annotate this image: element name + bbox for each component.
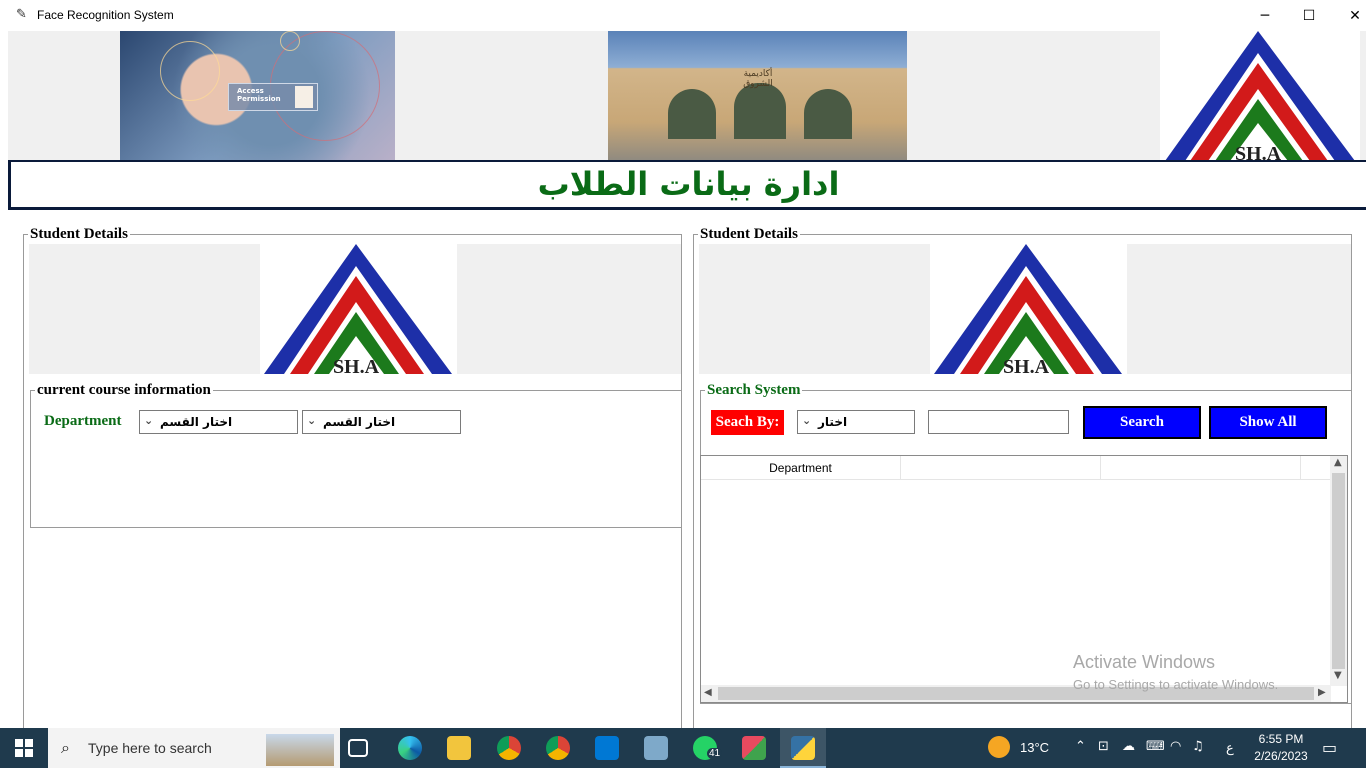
page-title: ادارة بيانات الطلاب (537, 165, 840, 203)
python-icon (791, 736, 815, 760)
feather-icon: ✎ (16, 7, 27, 22)
edge-icon[interactable] (398, 736, 422, 760)
left-image-placeholder-1 (29, 244, 260, 374)
scroll-right-icon[interactable]: ▶ (1318, 687, 1326, 698)
activate-windows-watermark: Activate Windows Go to Settings to activ… (1073, 652, 1278, 692)
activate-line2: Go to Settings to activate Windows. (1073, 677, 1279, 692)
whatsapp-icon[interactable]: 41 (693, 736, 723, 760)
system-tray: ⌃ ⊡ ☁ ⌨ ◠ ♫ (1072, 728, 1222, 768)
search-by-combo-value: اختار (818, 415, 848, 429)
search-by-label: Seach By: (711, 410, 784, 435)
right-image-placeholder-2 (1127, 244, 1351, 374)
campus-sign: أكاديمية الشروق (743, 69, 773, 89)
department-combo-1-value: اختار القسم (160, 415, 233, 429)
table-vertical-scrollbar[interactable]: ▲ ▼ (1330, 456, 1347, 686)
department-combo-2-value: اختار القسم (323, 415, 396, 429)
chevron-down-icon: ⌄ (144, 414, 154, 427)
window-titlebar: ✎ Face Recognition System ─ ☐ ✕ (0, 0, 1366, 31)
left-frame-legend: Student Details (30, 226, 128, 242)
cloud-icon[interactable]: ☁ (1122, 739, 1135, 754)
left-logo: SH.A (260, 244, 457, 378)
search-button[interactable]: Search (1083, 406, 1201, 439)
left-logo-text: SH.A (333, 356, 380, 374)
taskbar-search-box[interactable]: ⌕ Type here to search (48, 728, 340, 768)
column-header-2[interactable] (901, 456, 1101, 480)
course-info-frame: current course information (30, 382, 682, 528)
activate-line1: Activate Windows (1073, 652, 1216, 672)
chevron-down-icon: ⌄ (307, 414, 317, 427)
vscode-icon[interactable] (595, 736, 619, 760)
face-recognition-image: Access Permission (120, 31, 395, 161)
logo-text: SH.A (1235, 143, 1282, 161)
access-card: Access Permission (228, 83, 318, 111)
page-heading-bar: ادارة بيانات الطلاب (8, 160, 1366, 210)
weather-widget[interactable]: 13°C (988, 728, 1058, 768)
table-header: Department (701, 456, 1331, 480)
minimize-button[interactable]: ─ (1242, 0, 1288, 31)
department-combo-1[interactable]: اختار القسم ⌄ (139, 410, 298, 434)
sha-logo: SH.A (1160, 31, 1360, 161)
search-by-combo[interactable]: اختار ⌄ (797, 410, 915, 434)
chevron-down-icon: ⌄ (802, 414, 812, 427)
file-explorer-icon[interactable] (447, 736, 471, 760)
taskbar: ⌕ Type here to search 41 13°C ⌃ ⊡ ☁ ⌨ ◠ … (0, 728, 1366, 768)
notepad-icon[interactable] (644, 736, 668, 760)
windows-icon (15, 739, 33, 757)
notifications-icon[interactable]: ▭ (1322, 738, 1337, 778)
chevron-up-icon[interactable]: ⌃ (1075, 739, 1086, 754)
weather-temp: 13°C (1020, 740, 1050, 755)
weather-icon (988, 736, 1010, 758)
search-icon: ⌕ (61, 738, 70, 757)
whatsapp-badge: 41 (707, 748, 723, 759)
column-header-department[interactable]: Department (701, 456, 901, 480)
taskbar-search-placeholder: Type here to search (88, 740, 212, 756)
chrome-icon[interactable] (497, 736, 521, 760)
right-logo-text: SH.A (1003, 356, 1050, 374)
window-title: Face Recognition System (37, 8, 174, 22)
task-view-icon[interactable] (348, 739, 368, 757)
clock[interactable]: 6:55 PM 2/26/2023 (1248, 728, 1314, 768)
search-input[interactable] (928, 410, 1069, 434)
show-all-button[interactable]: Show All (1209, 406, 1327, 439)
clock-time: 6:55 PM (1258, 732, 1304, 746)
header-banner: Access Permission أكاديمية الشروق SH.A (8, 31, 1366, 161)
python-app-taskbar-button[interactable] (780, 728, 826, 768)
scroll-up-icon[interactable]: ▲ (1334, 457, 1342, 468)
left-image-placeholder-2 (457, 244, 681, 374)
right-frame-legend: Student Details (700, 226, 798, 242)
close-button[interactable]: ✕ (1332, 0, 1366, 31)
scroll-down-icon[interactable]: ▼ (1334, 670, 1342, 681)
wifi-icon[interactable]: ◠ (1170, 739, 1181, 754)
department-combo-2[interactable]: اختار القسم ⌄ (302, 410, 461, 434)
speaker-icon[interactable]: ♫ (1192, 739, 1204, 754)
chrome-profile-icon[interactable] (546, 736, 570, 760)
search-system-legend: Search System (707, 382, 801, 398)
right-logo: SH.A (930, 244, 1127, 378)
department-label: Department (44, 413, 122, 429)
vertical-scroll-thumb[interactable] (1332, 473, 1345, 669)
start-button[interactable] (0, 728, 48, 768)
column-header-3[interactable] (1101, 456, 1301, 480)
scroll-left-icon[interactable]: ◀ (704, 687, 712, 698)
input-icon[interactable]: ⌨ (1146, 739, 1165, 754)
cathedral-icon (266, 734, 334, 766)
meet-now-icon[interactable]: ⊡ (1098, 739, 1109, 754)
maximize-button[interactable]: ☐ (1286, 0, 1332, 31)
right-image-placeholder-1 (699, 244, 930, 374)
access-card-text: Access Permission (237, 87, 281, 103)
course-info-legend: current course information (37, 382, 211, 398)
clock-date: 2/26/2023 (1254, 749, 1308, 763)
language-indicator[interactable]: ع (1226, 740, 1234, 780)
campus-gate-image: أكاديمية الشروق (608, 31, 907, 161)
git-icon[interactable] (742, 736, 766, 760)
